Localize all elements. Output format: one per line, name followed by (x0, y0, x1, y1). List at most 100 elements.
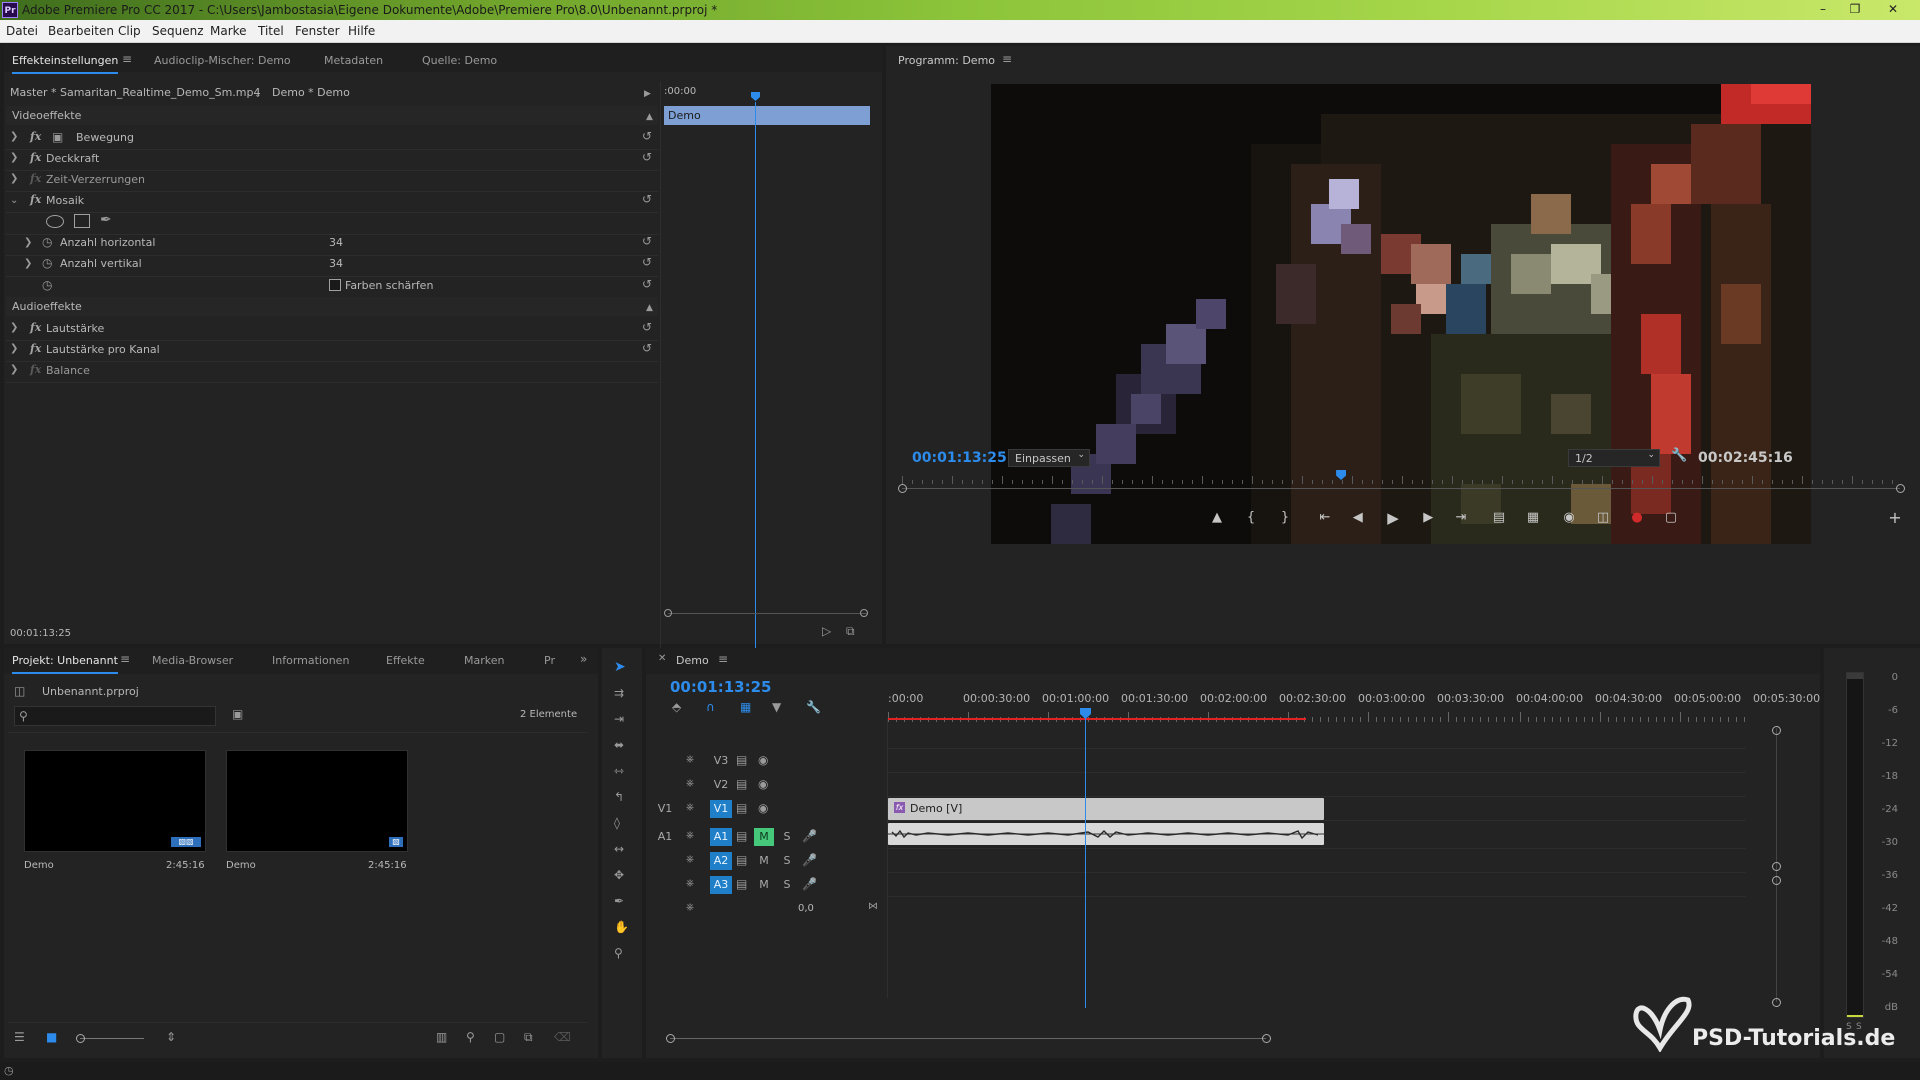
expand-arrow-icon[interactable]: ❯ (10, 130, 18, 144)
status-indicator-icon[interactable]: ◷ (4, 1064, 14, 1078)
mute-button-a2[interactable]: M (754, 852, 774, 870)
voiceover-mic-icon[interactable]: 🎤 (802, 829, 817, 843)
add-marker-icon[interactable]: ▼ (772, 700, 781, 714)
reset-icon[interactable]: ↺ (642, 234, 652, 248)
scroll-handle-icon[interactable] (1262, 1034, 1271, 1043)
nest-icon[interactable]: ⬘ (672, 700, 681, 714)
reset-icon[interactable]: ↺ (642, 150, 652, 164)
effect-panel-timecode[interactable]: 00:01:13:25 (10, 628, 71, 648)
icon-view-icon[interactable]: ■ (46, 1030, 57, 1044)
program-timecode[interactable]: 00:01:13:25 (912, 450, 1007, 466)
track-label-a2[interactable]: A2 (710, 852, 732, 870)
chevron-down-icon[interactable]: ⌄ (254, 88, 262, 102)
master-clip-label[interactable]: Master * Samaritan_Realtime_Demo_Sm.mp4 (10, 86, 260, 106)
reset-icon[interactable]: ↺ (642, 255, 652, 269)
fx-badge-icon[interactable]: fx (30, 130, 41, 143)
record-icon[interactable]: ● (1628, 509, 1646, 527)
sequence-clip-label[interactable]: Demo * Demo (272, 86, 350, 106)
program-zoom-bar[interactable] (902, 488, 1900, 489)
ripple-edit-tool-icon[interactable]: ⇥ (614, 712, 624, 726)
fx-badge-icon[interactable]: fx (30, 151, 41, 164)
master-volume-value[interactable]: 0,0 (798, 903, 814, 923)
effect-balance[interactable]: Balance (46, 364, 90, 384)
lock-icon[interactable]: ⎈ (686, 801, 694, 815)
effect-lautstaerke[interactable]: Lautstärke (46, 322, 104, 342)
new-search-bin-icon[interactable]: ▣ (232, 707, 243, 721)
collapse-up-icon[interactable]: ▲ (646, 301, 653, 315)
zoom-dropdown[interactable]: Einpassen ⌄ (1008, 449, 1090, 467)
comparison-view-icon[interactable]: ◫ (1594, 509, 1612, 527)
tab-marken[interactable]: Marken (464, 654, 504, 667)
expand-arrow-icon[interactable]: ❯ (10, 172, 18, 186)
expand-arrow-icon[interactable]: ❯ (24, 257, 32, 271)
menu-titel[interactable]: Titel (258, 24, 284, 38)
panel-menu-icon[interactable]: ≡ (1002, 52, 1012, 66)
mini-scrollbar[interactable] (668, 613, 868, 614)
minimize-icon[interactable]: – (1810, 1, 1836, 17)
scroll-handle-icon[interactable] (664, 609, 672, 617)
tab-pr[interactable]: Pr (544, 654, 555, 667)
timeline-video-clip[interactable]: fx Demo [V] (888, 798, 1324, 820)
sort-icon[interactable]: ⇕ (166, 1030, 176, 1044)
menu-sequenz[interactable]: Sequenz (152, 24, 204, 38)
collapse-arrow-icon[interactable]: ⌄ (10, 194, 18, 208)
param-value-vertikal[interactable]: 34 (329, 257, 343, 277)
mute-button-a3[interactable]: M (754, 876, 774, 894)
tab-audioclip-mischer[interactable]: Audioclip-Mischer: Demo (154, 54, 291, 67)
panel-menu-icon[interactable]: ≡ (120, 652, 130, 666)
sync-lock-icon[interactable]: ▤ (736, 829, 747, 843)
fx-badge-icon[interactable]: fx (30, 342, 41, 355)
close-icon[interactable]: ✕ (1880, 1, 1906, 17)
step-back-icon[interactable]: ◀ (1350, 509, 1368, 527)
rectangle-mask-icon[interactable] (74, 214, 90, 228)
effect-zeit-verzerrungen[interactable]: Zeit-Verzerrungen (46, 173, 145, 193)
track-label-a1[interactable]: A1 (710, 828, 732, 846)
solo-button-a3[interactable]: S (778, 876, 796, 894)
rate-stretch-tool-icon[interactable]: ⇿ (614, 764, 624, 778)
menu-bearbeiten[interactable]: Bearbeiten (48, 24, 114, 38)
effect-lautstaerke-pro-kanal[interactable]: Lautstärke pro Kanal (46, 343, 160, 363)
reset-icon[interactable]: ↺ (642, 341, 652, 355)
pen-mask-icon[interactable]: ✒ (100, 213, 112, 227)
expand-arrow-icon[interactable]: ❯ (10, 363, 18, 377)
scroll-handle-icon[interactable] (898, 484, 907, 493)
menu-datei[interactable]: Datei (6, 24, 38, 38)
farben-schaerfen-checkbox[interactable] (329, 279, 341, 291)
project-item-thumbnail[interactable]: ▧ (226, 750, 408, 852)
sync-lock-icon[interactable]: ▤ (736, 753, 747, 767)
timeline-audio-clip[interactable] (888, 823, 1324, 845)
add-marker-icon[interactable]: ▲ (1208, 509, 1226, 527)
ellipse-mask-icon[interactable] (46, 215, 64, 228)
sync-lock-icon[interactable]: ▤ (736, 801, 747, 815)
zoom-tool-icon[interactable]: ⚲ (614, 946, 623, 960)
lock-icon[interactable]: ⎈ (686, 777, 694, 791)
lift-icon[interactable]: ▤ (1490, 509, 1508, 527)
add-button-icon[interactable]: + (1886, 509, 1904, 527)
tab-effekte[interactable]: Effekte (386, 654, 425, 667)
panel-menu-icon[interactable]: ≡ (122, 52, 132, 66)
slider-handle-icon[interactable] (76, 1034, 85, 1043)
list-view-icon[interactable]: ☰ (14, 1030, 25, 1044)
slide-tool-icon[interactable]: ✥ (614, 868, 624, 882)
expand-arrow-icon[interactable]: ❯ (24, 236, 32, 250)
razor-tool-icon[interactable]: ◊ (614, 816, 620, 830)
source-patch-v1[interactable]: V1 (654, 800, 676, 818)
sync-lock-icon[interactable]: ▤ (736, 877, 747, 891)
pen-tool-icon[interactable]: ✒ (614, 894, 624, 908)
tab-demo-sequence[interactable]: Demo (676, 654, 709, 667)
transform-icon[interactable]: ▣ (52, 130, 63, 144)
slip-tool-icon[interactable]: ↔ (614, 842, 624, 856)
mark-in-icon[interactable]: { (1242, 509, 1260, 527)
menu-marke[interactable]: Marke (210, 24, 247, 38)
expand-arrow-icon[interactable]: ❯ (10, 321, 18, 335)
expand-arrow-icon[interactable]: ❯ (10, 342, 18, 356)
reset-icon[interactable]: ↺ (642, 129, 652, 143)
menu-clip[interactable]: Clip (118, 24, 141, 38)
eye-icon[interactable]: ◉ (758, 801, 768, 815)
tab-programm[interactable]: Programm: Demo (898, 54, 995, 67)
close-tab-icon[interactable]: ✕ (658, 652, 666, 666)
tab-quelle[interactable]: Quelle: Demo (422, 54, 497, 67)
lock-icon[interactable]: ⎈ (686, 853, 694, 867)
find-icon[interactable]: ⚲ (466, 1030, 475, 1044)
solo-button-a2[interactable]: S (778, 852, 796, 870)
